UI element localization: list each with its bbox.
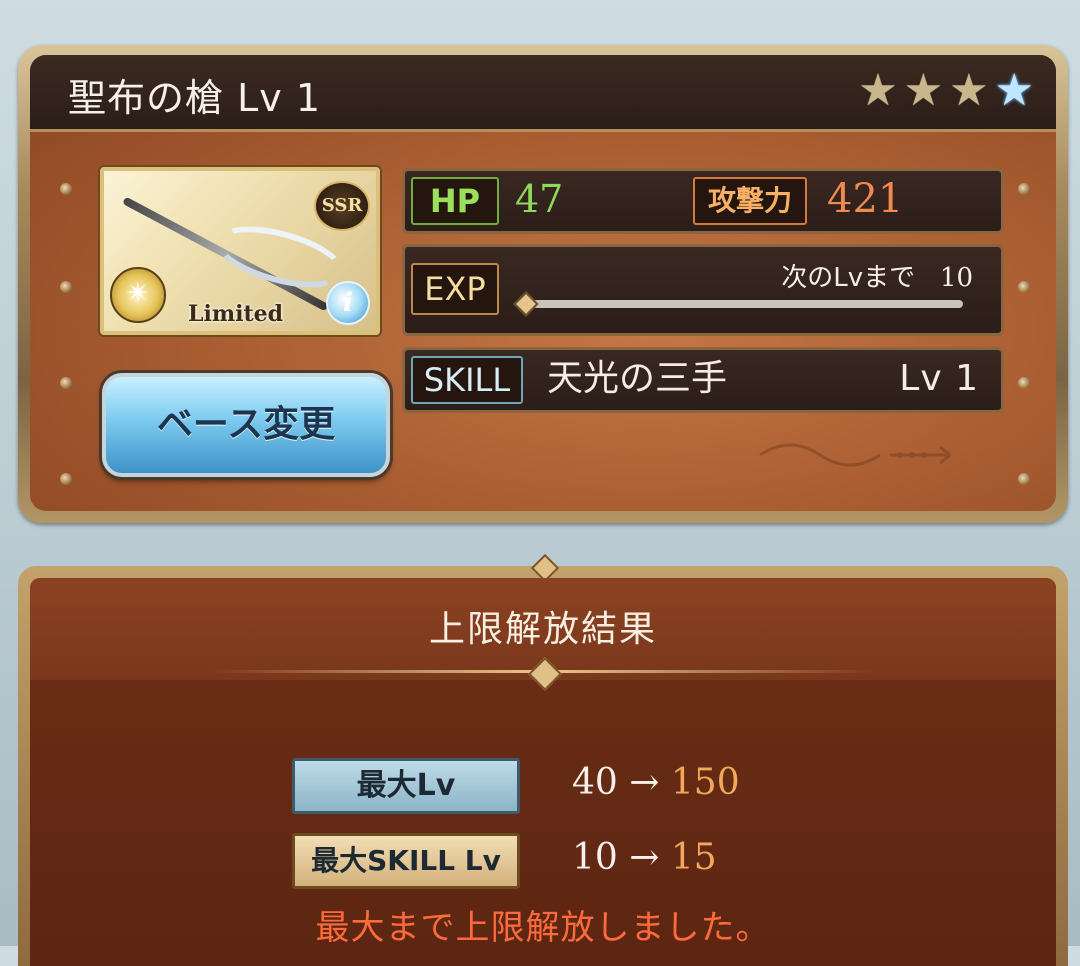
skill-name: 天光の三手 [547,358,728,399]
limited-label: Limited [188,301,284,327]
exp-row: EXP 次のLvまで 10 [402,244,1004,336]
rivet-icon [60,281,72,293]
exp-next-value: 10 [939,263,973,293]
info-icon[interactable]: i [328,283,368,323]
light-element-icon: ✴ [110,267,166,323]
weapon-title: 聖布の槍 Lv 1 [68,76,321,120]
result-title: 上限解放結果 [428,609,657,650]
result-header: 上限解放結果 [30,578,1056,691]
max-level-label: 最大Lv [292,758,520,814]
max-skill-level-to: 15 [670,837,717,878]
arrow-icon: → [629,837,660,878]
skill-level: Lv 1 [899,358,979,399]
rivet-icon [60,183,72,195]
transcend-star-icon: ★ [994,65,1034,116]
rivet-icon [1018,183,1030,195]
title-bar: 聖布の槍 Lv 1 ★ ★ ★ ★ [30,55,1056,132]
weapon-card[interactable]: SSR ✴ Limited i [100,167,380,335]
max-level-from: 40 [572,762,618,803]
max-skill-level-label: 最大SKILL Lv [292,833,520,889]
ornament-decoration [759,443,951,467]
max-level-to: 150 [670,762,740,803]
uncap-stars: ★ ★ ★ ★ [858,69,1034,113]
rivet-icon [60,473,72,485]
exp-next-text: 次のLvまで [781,263,916,293]
max-skill-level-change: 10 → 15 [572,833,717,883]
stats-row: HP 47 攻撃力 421 [402,168,1004,234]
skill-label: SKILL [411,356,523,404]
attack-value: 421 [827,176,904,222]
weapon-info-panel: 聖布の槍 Lv 1 ★ ★ ★ ★ SSR ✴ Limited i ベース変更 … [30,55,1056,511]
divider-ornament-icon [528,657,562,691]
attack-label: 攻撃力 [693,177,807,225]
exp-next-level: 次のLvまで 10 [781,257,973,294]
uncap-result-frame: 上限解放結果 最大Lv 40 → 150 最大SKILL Lv 10 → 15 … [18,553,1068,966]
weapon-info-frame: 聖布の槍 Lv 1 ★ ★ ★ ★ SSR ✴ Limited i ベース変更 … [18,45,1068,523]
skill-row[interactable]: SKILL 天光の三手 Lv 1 [402,347,1004,413]
exp-label: EXP [411,263,499,315]
base-change-button[interactable]: ベース変更 [102,373,390,477]
uncap-complete-message: 最大まで上限解放しました。 [315,908,771,948]
rivet-icon [60,377,72,389]
uncap-star-icon: ★ [903,65,944,116]
uncap-star-icon: ★ [858,65,898,116]
ssr-badge: SSR [314,181,370,231]
rivet-icon [1018,473,1030,485]
uncap-star-icon: ★ [949,65,989,116]
arrow-icon: → [629,762,660,803]
max-skill-level-from: 10 [572,837,618,878]
rivet-icon [1018,281,1030,293]
rivet-icon [1018,377,1030,389]
hp-value: 47 [515,177,564,221]
hp-label: HP [411,177,499,225]
exp-progress-marker-icon [513,291,539,317]
uncap-result-panel: 上限解放結果 最大Lv 40 → 150 最大SKILL Lv 10 → 15 … [30,578,1056,966]
max-level-change: 40 → 150 [572,758,740,808]
exp-progress-bar [525,300,963,308]
